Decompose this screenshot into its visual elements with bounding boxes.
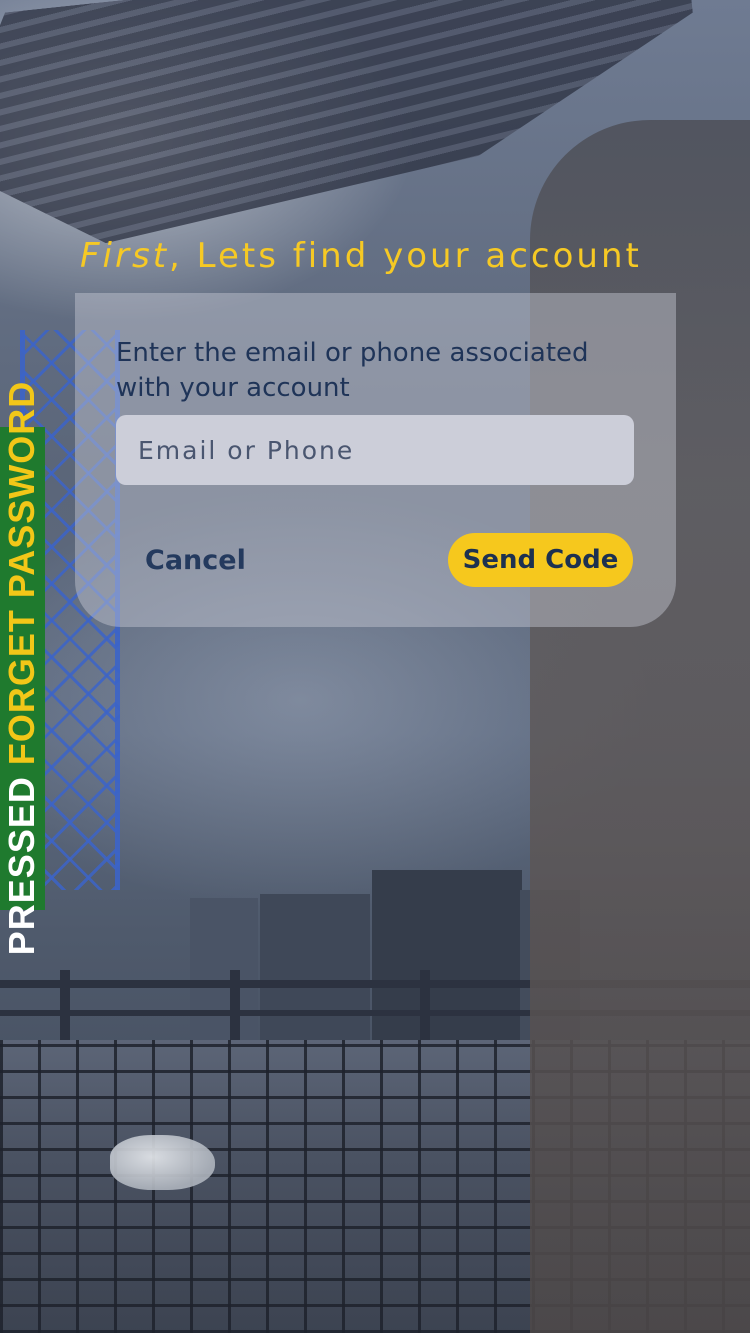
title-emphasis: First (80, 236, 170, 276)
annotation-label: PRESSED FORGET PASSWORD (1, 380, 42, 956)
page-title: First, Lets find your account (80, 236, 720, 276)
cancel-button[interactable]: Cancel (121, 533, 270, 587)
send-code-button[interactable]: Send Code (448, 533, 633, 587)
background-photo (0, 0, 750, 1333)
instruction-text: Enter the email or phone associated with… (116, 338, 589, 403)
title-rest: , Lets find your account (169, 236, 642, 276)
find-account-card: Enter the email or phone associated with… (75, 293, 676, 627)
email-or-phone-input[interactable] (116, 415, 634, 485)
annotation-word-pressed: PRESSED (1, 776, 42, 956)
plastic-bag (110, 1135, 215, 1190)
annotation-word-forget-password: FORGET PASSWORD (1, 380, 42, 766)
